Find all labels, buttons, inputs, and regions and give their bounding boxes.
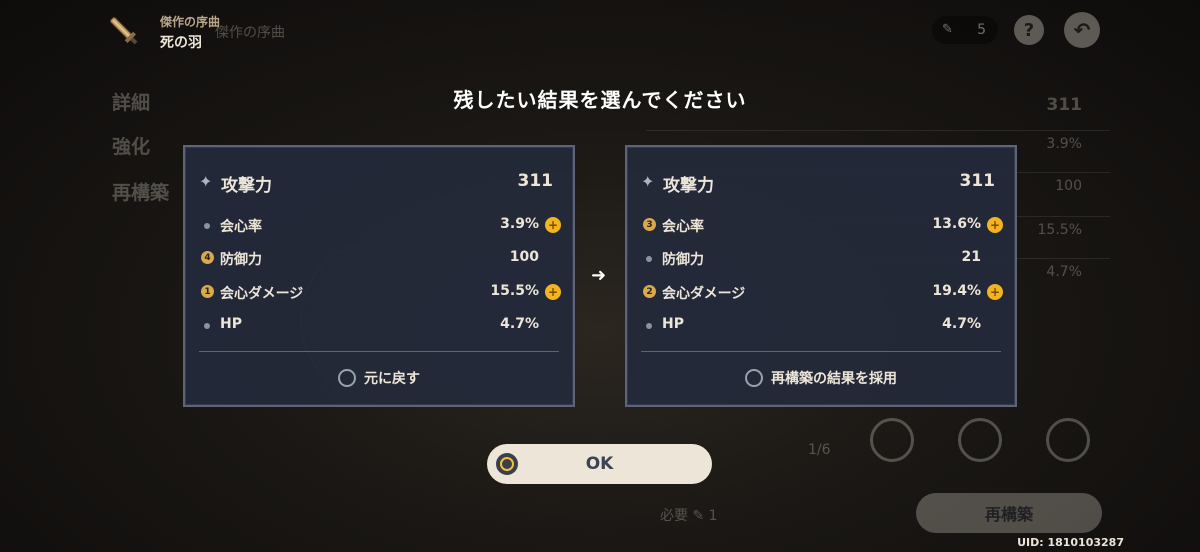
modal-title: 残したい結果を選んでください (453, 88, 747, 112)
substat-row: 4 防御力 100 (201, 248, 561, 270)
roll-up-icon: + (987, 284, 1003, 300)
roll-up-icon: + (545, 217, 561, 233)
background-slot-icon (1046, 418, 1090, 462)
upgrade-count-badge: 1 (201, 285, 214, 298)
bullet-icon (646, 323, 652, 329)
uid-label: UID: 1810103287 (1017, 536, 1124, 549)
background-reroll-button: 再構築 (916, 493, 1102, 533)
substat-row: 会心率 3.9% + (201, 215, 561, 237)
currency-counter: ✎ 5 (932, 16, 998, 44)
ok-button-label: OK (585, 454, 614, 474)
bullet-icon (646, 256, 652, 262)
substat-row: 1 会心ダメージ 15.5% + (201, 282, 561, 304)
bullet-icon (204, 223, 210, 229)
background-tab-enhance: 強化 (112, 136, 151, 158)
substat-row: 2 会心ダメージ 19.4% + (643, 282, 1003, 304)
feather-artifact-icon (110, 17, 138, 45)
background-breadcrumb: 傑作の序曲 (215, 25, 285, 41)
sparkle-icon: ✦ (641, 172, 655, 191)
radio-button[interactable] (338, 369, 356, 387)
original-result-card[interactable]: ✦ 攻撃力 311 会心率 3.9% + 4 防御力 100 1 会心ダメージ … (183, 145, 575, 407)
confirm-circle-icon (496, 453, 518, 475)
bullet-icon (204, 323, 210, 329)
roll-up-icon: + (545, 284, 561, 300)
artifact-set-name: 傑作の序曲 (160, 15, 221, 29)
adopt-reroll-option-label: 再構築の結果を採用 (771, 371, 897, 387)
upgrade-count-badge: 4 (201, 251, 214, 264)
reroll-result-card[interactable]: ✦ 攻撃力 311 3 会心率 13.6% + 防御力 21 2 会心ダメージ … (625, 145, 1017, 407)
upgrade-count-badge: 3 (643, 218, 656, 231)
revert-option[interactable]: 元に戻す (185, 367, 573, 389)
background-tab-reroll: 再構築 (112, 182, 170, 204)
pen-icon: ✎ (942, 22, 953, 37)
upgrade-count-badge: 2 (643, 285, 656, 298)
background-progress: 1/6 (808, 442, 831, 458)
substat-row: HP 4.7% (643, 315, 1003, 337)
ok-button[interactable]: OK (487, 444, 712, 484)
revert-option-label: 元に戻す (364, 371, 420, 387)
main-stat: ✦ 攻撃力 311 (641, 171, 995, 196)
background-need: 必要 ✎ 1 (660, 508, 718, 524)
divider (641, 351, 1001, 352)
artifact-name: 死の羽 (160, 35, 202, 51)
substat-row: HP 4.7% (201, 315, 561, 337)
background-slot-icon (870, 418, 914, 462)
back-button[interactable]: ↶ (1064, 12, 1100, 48)
roll-up-icon: + (987, 217, 1003, 233)
substat-row: 3 会心率 13.6% + (643, 215, 1003, 237)
main-stat: ✦ 攻撃力 311 (199, 171, 553, 196)
divider (199, 351, 559, 352)
radio-button[interactable] (745, 369, 763, 387)
adopt-reroll-option[interactable]: 再構築の結果を採用 (627, 367, 1015, 389)
help-button[interactable]: ? (1014, 15, 1044, 45)
arrow-right-icon: ➜ (591, 265, 607, 286)
background-slot-icon (958, 418, 1002, 462)
sparkle-icon: ✦ (199, 172, 213, 191)
substat-row: 防御力 21 (643, 248, 1003, 270)
